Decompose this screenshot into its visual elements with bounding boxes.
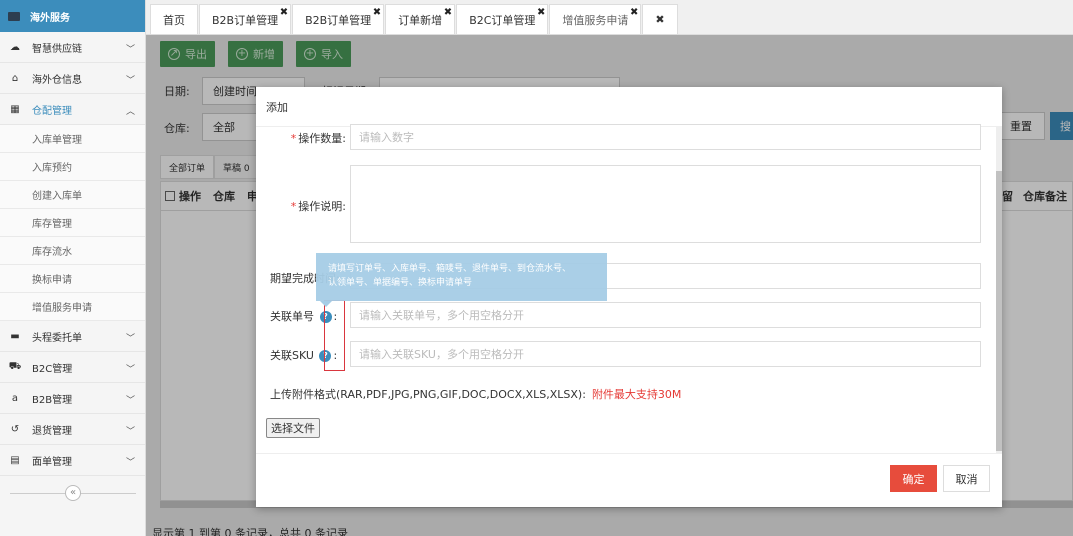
sidebar-collapse-row: « [0, 485, 146, 501]
sidebar-brand-label: 海外服务 [30, 12, 70, 24]
dialog-scrollbar[interactable] [996, 127, 1002, 453]
tooltip-line: 请填写订单号、入库单号、箱唛号、退件单号、到仓流水号、 [328, 264, 572, 274]
tab-b2c-orders[interactable]: B2C订单管理 ✖ [456, 4, 549, 34]
tab-b2b-orders-2[interactable]: B2B订单管理 ✖ [292, 4, 385, 34]
close-icon[interactable]: ✖ [444, 7, 452, 18]
chevron-down-icon: ﹀ [125, 396, 135, 406]
help-tooltip: 请填写订单号、入库单号、箱唛号、退件单号、到仓流水号、 认领单号、单据编号、换标… [316, 253, 607, 301]
scrollbar-thumb[interactable] [996, 171, 1002, 451]
dialog-footer-divider [256, 453, 1002, 454]
tab-value-added-service[interactable]: 增值服务申请 ✖ [549, 4, 642, 34]
close-icon[interactable]: ✖ [655, 13, 664, 26]
grid-icon: ▦ [10, 103, 20, 115]
tab-bar: 首页 B2B订单管理 ✖ B2B订单管理 ✖ 订单新增 ✖ B2C订单管理 ✖ 增值服务… [146, 0, 1073, 35]
quantity-label-text: 操作数量: [298, 132, 346, 145]
upload-size-warning: 附件最大支持30M [591, 388, 682, 401]
quantity-input[interactable]: 请输入数字 [350, 124, 981, 150]
close-icon[interactable]: ✖ [630, 7, 638, 18]
highlight-box [324, 300, 345, 371]
folder-icon [8, 11, 20, 21]
reference-number-label-text: 关联单号 [270, 310, 314, 323]
close-icon[interactable]: ✖ [537, 7, 545, 18]
chevron-down-icon: ﹀ [125, 76, 135, 86]
sidebar-subitem[interactable]: 库存流水 [0, 237, 145, 265]
tab-label: 增值服务申请 [562, 13, 629, 27]
tab-close-all[interactable]: ✖ [642, 4, 678, 34]
cloud-icon: ☁ [10, 41, 20, 53]
sidebar-item-b2b[interactable]: a B2B管理 ﹀ [0, 383, 145, 414]
chevron-up-icon: ︿ [125, 107, 135, 117]
sidebar-subitem[interactable]: 增值服务申请 [0, 293, 145, 321]
related-sku-label-text: 关联SKU [270, 349, 314, 362]
sidebar-item-supply-chain[interactable]: ☁ 智慧供应链 ﹀ [0, 32, 145, 63]
description-textarea[interactable] [350, 165, 981, 243]
tooltip-line: 认领单号、单据编号、换标申请单号 [328, 278, 473, 288]
tab-b2b-orders[interactable]: B2B订单管理 ✖ [199, 4, 292, 34]
tab-home[interactable]: 首页 [150, 4, 198, 34]
sidebar-subitem[interactable]: 创建入库单 [0, 181, 145, 209]
upload-format-label: 上传附件格式(RAR,PDF,JPG,PNG,GIF,DOC,DOCX,XLS,… [270, 388, 586, 401]
tab-label: B2B订单管理 [305, 13, 372, 27]
add-dialog: 添加 * 操作数量: 请输入数字 * 操作说明: 期望完成时间: 关联单号 ?: 请… [256, 87, 1002, 507]
briefcase-icon: ▬ [10, 330, 20, 342]
amazon-icon: a [11, 392, 19, 404]
tab-order-new[interactable]: 订单新增 ✖ [385, 4, 456, 34]
document-icon: ▤ [10, 454, 20, 466]
sidebar-item-returns[interactable]: ↺ 退货管理 ﹀ [0, 414, 145, 445]
chevron-down-icon: ﹀ [125, 365, 135, 375]
sidebar-item-first-leg[interactable]: ▬ 头程委托单 ﹀ [0, 321, 145, 352]
chevron-down-icon: ﹀ [125, 334, 135, 344]
sidebar-subitem[interactable]: 库存管理 [0, 209, 145, 237]
close-icon[interactable]: ✖ [373, 7, 381, 18]
close-icon[interactable]: ✖ [280, 7, 288, 18]
sidebar-item-label: 退货管理 [32, 425, 72, 437]
sidebar-item-label: B2B管理 [32, 394, 73, 406]
tooltip-arrow [320, 301, 332, 307]
sidebar-item-label: 智慧供应链 [32, 43, 82, 55]
sidebar-subitem[interactable]: 换标申请 [0, 265, 145, 293]
description-label: * 操作说明: [266, 198, 346, 214]
cancel-button[interactable]: 取消 [943, 465, 990, 492]
sidebar-item-label: 海外仓信息 [32, 74, 82, 86]
chevron-down-icon: ﹀ [125, 427, 135, 437]
sidebar-item-warehouse-info[interactable]: ⌂ 海外仓信息 ﹀ [0, 63, 145, 94]
dialog-title: 添加 [256, 87, 1002, 127]
sidebar-subitem[interactable]: 入库预约 [0, 153, 145, 181]
sidebar-item-label: 头程委托单 [32, 332, 82, 344]
upload-format-text: 上传附件格式(RAR,PDF,JPG,PNG,GIF,DOC,DOCX,XLS,… [270, 386, 681, 402]
tab-label: B2B订单管理 [212, 13, 279, 27]
tab-label: B2C订单管理 [469, 13, 536, 27]
confirm-button[interactable]: 确定 [890, 465, 937, 492]
home-icon: ⌂ [11, 72, 19, 84]
sidebar: 海外服务 ☁ 智慧供应链 ﹀ ⌂ 海外仓信息 ﹀ ▦ 仓配管理 ︿ 入库单管理 … [0, 0, 146, 536]
tab-label: 订单新增 [398, 13, 443, 27]
collapse-sidebar-button[interactable]: « [65, 485, 81, 501]
sidebar-item-b2c[interactable]: ⛟ B2C管理 ﹀ [0, 352, 145, 383]
reference-number-input[interactable]: 请输入关联单号，多个用空格分开 [350, 302, 981, 328]
sidebar-item-label: 仓配管理 [32, 105, 72, 117]
chevron-down-icon: ﹀ [125, 45, 135, 55]
sidebar-item-labels[interactable]: ▤ 面单管理 ﹀ [0, 445, 145, 476]
choose-file-button[interactable]: 选择文件 [266, 418, 320, 438]
sidebar-brand[interactable]: 海外服务 [0, 0, 145, 32]
required-marker: * [290, 200, 297, 213]
sidebar-item-label: 面单管理 [32, 456, 72, 468]
sidebar-item-warehouse-mgmt[interactable]: ▦ 仓配管理 ︿ [0, 94, 145, 125]
return-icon: ↺ [10, 423, 20, 435]
tab-label: 首页 [163, 13, 185, 27]
required-marker: * [290, 132, 297, 145]
chevron-down-icon: ﹀ [125, 458, 135, 468]
related-sku-input[interactable]: 请输入关联SKU，多个用空格分开 [350, 341, 981, 367]
quantity-label: * 操作数量: [266, 130, 346, 146]
sidebar-item-label: B2C管理 [32, 363, 73, 375]
sidebar-subitem[interactable]: 入库单管理 [0, 125, 145, 153]
cart-icon: ⛟ [8, 360, 22, 372]
description-label-text: 操作说明: [298, 200, 346, 213]
